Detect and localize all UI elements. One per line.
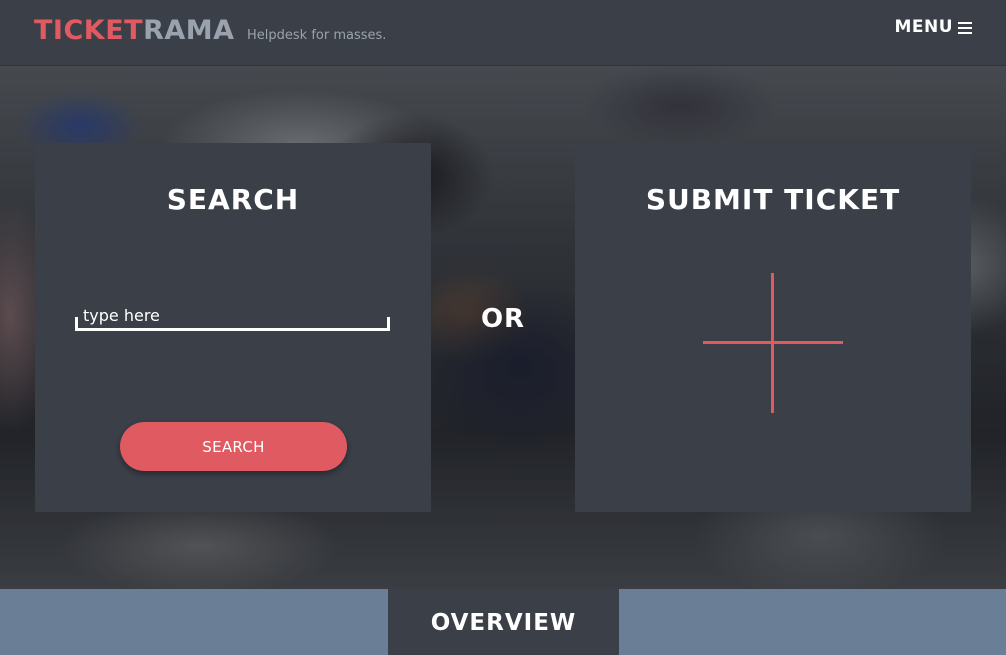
plus-icon[interactable] <box>703 273 843 413</box>
search-button[interactable]: SEARCH <box>120 422 347 471</box>
submit-ticket-panel[interactable]: SUBMIT TICKET <box>575 143 971 512</box>
overview-tab[interactable]: OVERVIEW <box>388 589 619 655</box>
submit-ticket-title: SUBMIT TICKET <box>645 183 901 216</box>
search-panel-title: SEARCH <box>166 183 300 216</box>
logo-primary: TICKET <box>34 15 144 46</box>
logo-secondary: RAMA <box>143 15 235 46</box>
search-field <box>75 301 390 331</box>
or-divider: OR <box>480 304 526 334</box>
menu-label: MENU <box>894 17 953 37</box>
tagline: Helpdesk for masses. <box>247 28 387 43</box>
logo[interactable]: TICKETRAMA <box>34 16 235 46</box>
plus-icon-vertical <box>771 273 774 413</box>
search-input[interactable] <box>75 301 390 329</box>
site-header: TICKETRAMA Helpdesk for masses. MENU <box>0 0 1006 66</box>
footer-bar: OVERVIEW <box>0 589 1006 655</box>
search-panel: SEARCH SEARCH <box>35 143 431 512</box>
menu-button[interactable]: MENU <box>894 17 972 37</box>
hamburger-icon <box>958 21 972 34</box>
